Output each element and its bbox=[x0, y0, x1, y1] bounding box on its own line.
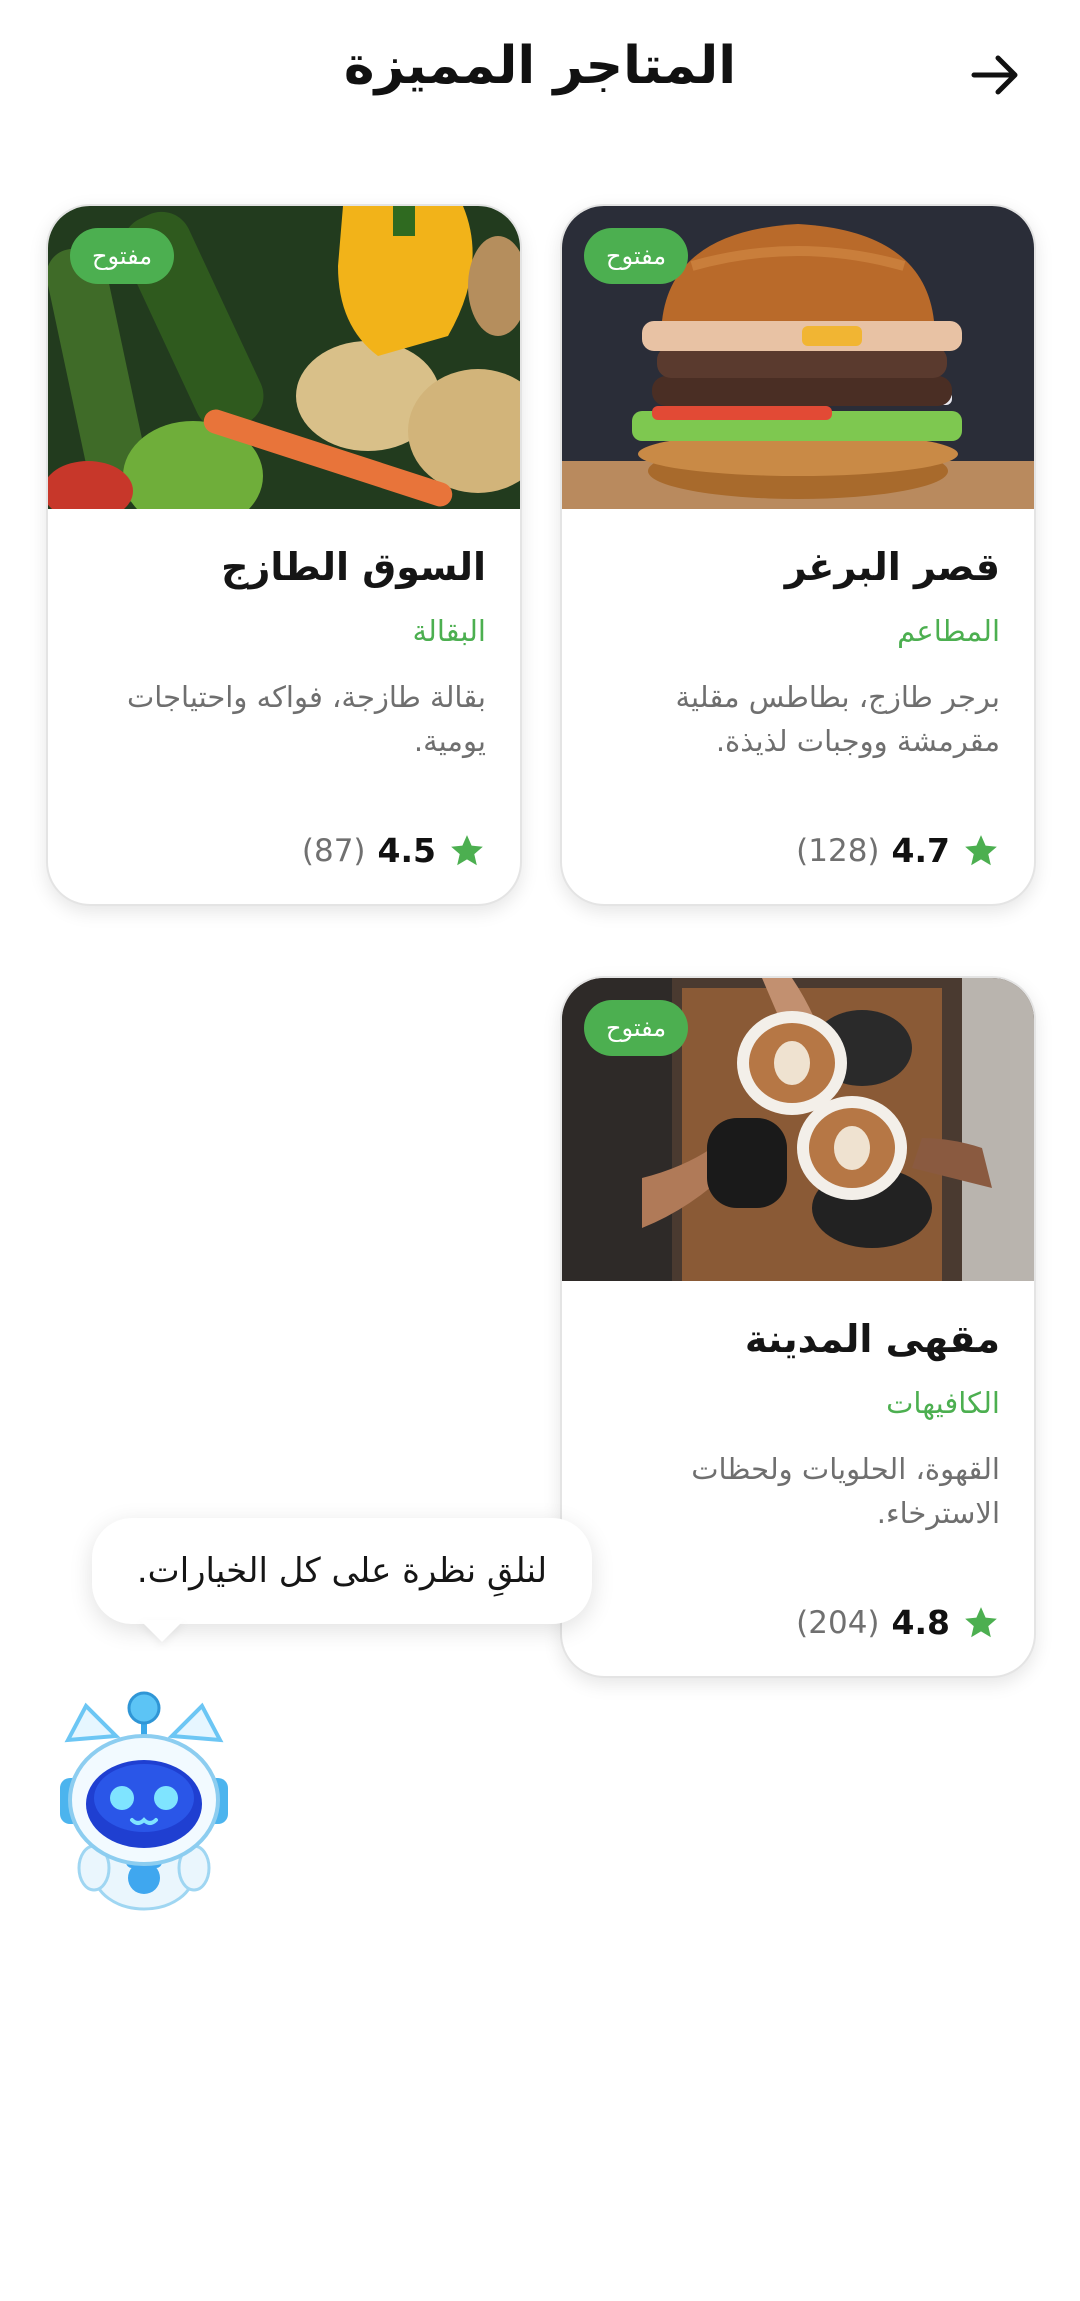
arrow-right-icon bbox=[971, 55, 1018, 95]
store-description: برجر طازج، بطاطس مقلية مقرمشة ووجبات لذي… bbox=[675, 680, 1000, 758]
robot-mascot-icon bbox=[60, 1691, 228, 1911]
speech-bubble-tail bbox=[140, 1620, 184, 1642]
store-image: مفتوح bbox=[562, 206, 1034, 509]
review-count: (87) bbox=[301, 832, 366, 869]
page-title: المتاجر المميزة bbox=[343, 36, 737, 96]
store-info: قصر البرغر المطاعم برجر طازج، بطاطس مقلي… bbox=[562, 509, 1034, 904]
store-info: السوق الطازج البقالة بقالة طازجة، فواكه … bbox=[48, 509, 520, 904]
store-description: القهوة، الحلويات ولحظات الاسترخاء. bbox=[691, 1452, 1000, 1530]
status-badge: مفتوح bbox=[584, 1000, 689, 1056]
store-rating: 4.7 (128) bbox=[796, 831, 1000, 870]
store-name: قصر البرغر bbox=[784, 545, 1000, 589]
back-button[interactable] bbox=[962, 42, 1028, 108]
store-name: السوق الطازج bbox=[221, 545, 486, 589]
store-category: الكافيهات bbox=[886, 1386, 1000, 1420]
rating-value: 4.7 bbox=[891, 831, 950, 870]
store-description: بقالة طازجة، فواكه واحتياجات يومية. bbox=[126, 680, 486, 758]
store-card-cafe[interactable]: مفتوح مقهى المدينة الكافيهات القهوة، الح… bbox=[560, 976, 1036, 1678]
store-rating: 4.8 (204) bbox=[796, 1603, 1000, 1642]
header: المتاجر المميزة bbox=[0, 0, 1080, 150]
store-category: المطاعم bbox=[897, 614, 1000, 648]
status-badge: مفتوح bbox=[70, 228, 175, 284]
status-badge: مفتوح bbox=[584, 228, 689, 284]
assistant-mascot[interactable] bbox=[46, 1688, 242, 1912]
star-icon bbox=[962, 1604, 1000, 1642]
review-count: (204) bbox=[796, 1604, 880, 1641]
rating-value: 4.5 bbox=[377, 831, 436, 870]
store-rating: 4.5 (87) bbox=[302, 831, 486, 870]
store-info: مقهى المدينة الكافيهات القهوة، الحلويات … bbox=[562, 1281, 1034, 1676]
star-icon bbox=[448, 832, 486, 870]
store-name: مقهى المدينة bbox=[744, 1317, 1000, 1361]
store-card-grocery[interactable]: مفتوح السوق الطازج البقالة بقالة طازجة، … bbox=[46, 204, 522, 906]
rating-value: 4.8 bbox=[891, 1603, 950, 1642]
store-category: البقالة bbox=[412, 614, 486, 648]
store-image: مفتوح bbox=[562, 978, 1034, 1281]
featured-stores-screen: المتاجر المميزة مفتوح قصر البرغر المطاعم… bbox=[0, 0, 1080, 2301]
star-icon bbox=[962, 832, 1000, 870]
store-card-burger[interactable]: مفتوح قصر البرغر المطاعم برجر طازج، بطاط… bbox=[560, 204, 1036, 906]
store-image: مفتوح bbox=[48, 206, 520, 509]
assistant-speech-bubble: لنلقِ نظرة على كل الخيارات. bbox=[92, 1518, 592, 1624]
review-count: (128) bbox=[796, 832, 880, 869]
